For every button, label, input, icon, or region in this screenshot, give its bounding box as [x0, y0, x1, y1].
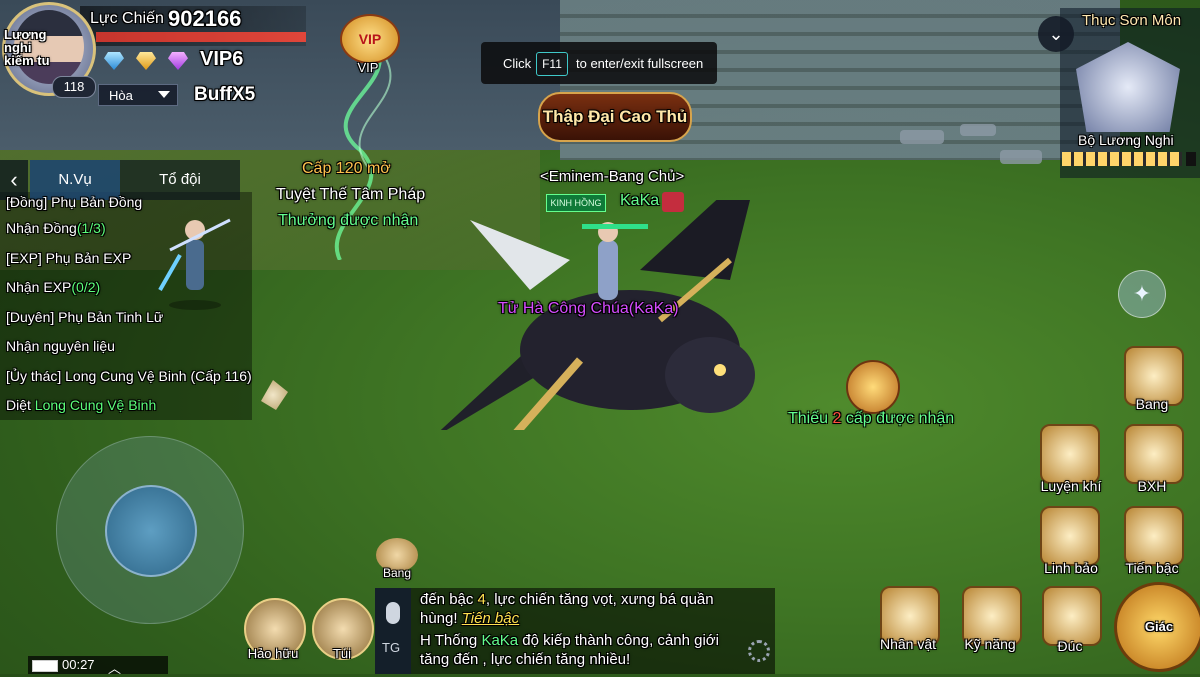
bag-label: Túi: [332, 646, 352, 661]
guild-chat-label: Bang: [382, 566, 412, 580]
sect-title: Thục Sơn Môn: [1082, 12, 1182, 29]
ranking-icon[interactable]: [1124, 424, 1184, 484]
vip-level[interactable]: VIP6: [200, 48, 243, 71]
fullscreen-tip-text: to enter/exit fullscreen: [576, 56, 704, 71]
battery-icon: [32, 660, 58, 672]
guild-title: <Eminem-Bang Chủ>: [540, 168, 685, 185]
unlock-reward[interactable]: Thưởng được nhận: [278, 212, 418, 230]
attack-button[interactable]: Giác: [1114, 582, 1200, 672]
f11-key-icon: F11: [536, 52, 568, 76]
forge-label: Đúc: [1057, 638, 1083, 654]
microphone-icon[interactable]: [386, 602, 400, 624]
avatar-name: Lương nghi kiếm tu: [4, 27, 50, 68]
quest-item[interactable]: Diệt Long Cung Vệ Binh: [6, 397, 156, 413]
chat-message[interactable]: hùng! Tiến bậc: [420, 610, 519, 627]
buff-label[interactable]: BuffX5: [194, 84, 255, 106]
refine-label: Luyện khí: [1040, 478, 1102, 494]
power-label: Lực Chiến: [90, 10, 164, 27]
fullscreen-tip-click: Click: [503, 56, 532, 71]
chevron-down-icon[interactable]: ⌄: [1038, 16, 1074, 52]
stepping-stone: [900, 130, 944, 144]
mount-name: Tử Hà Công Chúa(KaKa): [498, 300, 679, 317]
friends-label: Hảo hữu: [247, 646, 299, 661]
treasure-label: Linh bảo: [1044, 560, 1098, 576]
quest-item[interactable]: Nhận EXP(0/2): [6, 279, 100, 295]
skill-label: Kỹ năng: [964, 636, 1016, 652]
guild-emblem-icon: [662, 192, 684, 212]
character-name: KaKa: [620, 192, 660, 209]
wifi-icon: ︿: [108, 661, 122, 676]
chevron-down-icon[interactable]: [158, 91, 170, 98]
sect-progress-end: [1186, 152, 1196, 166]
ranking-label: BXH: [1137, 478, 1167, 494]
ally-character[interactable]: [150, 210, 240, 310]
stepping-stone: [1000, 150, 1042, 164]
chat-message: đến bậc 4, lực chiến tăng vọt, xưng bá q…: [420, 591, 714, 608]
quest-item[interactable]: Nhận Đồng(1/3): [6, 220, 106, 236]
reward-bag-icon[interactable]: [846, 360, 900, 414]
stepping-stone: [960, 124, 996, 136]
chat-message: tăng đến , lực chiến tăng nhiều!: [420, 651, 631, 668]
reward-text[interactable]: Thiếu 2 cấp được nhận: [788, 410, 954, 428]
quest-item[interactable]: [Đồng] Phụ Bản Đồng: [6, 194, 142, 210]
unlock-skill[interactable]: Tuyệt Thế Tâm Pháp: [276, 186, 425, 204]
event-banner[interactable]: Thập Đại Cao Thủ: [538, 92, 692, 142]
skill-toggle-icon[interactable]: ✦: [1118, 270, 1166, 318]
advance-label: Tiến bậc: [1125, 560, 1179, 576]
quest-item[interactable]: [EXP] Phụ Bản EXP: [6, 250, 131, 266]
character-hp-bar: [582, 224, 648, 229]
hp-bar: [96, 32, 306, 42]
guild-label: Bang: [1135, 396, 1169, 412]
treasure-icon[interactable]: [1040, 506, 1100, 566]
chat-channel[interactable]: TG: [382, 640, 400, 655]
chat-channel-tab[interactable]: [375, 588, 411, 674]
title-badge: KINH HỒNG: [546, 194, 606, 212]
quest-item[interactable]: Nhận nguyên liệu: [6, 338, 115, 354]
power-value: 902166: [168, 6, 242, 31]
character-label: Nhân vật: [879, 636, 937, 652]
vip-button[interactable]: VIP: [340, 14, 400, 64]
quest-item[interactable]: [Duyên] Phụ Bản Tinh Lữ: [6, 309, 163, 325]
refine-icon[interactable]: [1040, 424, 1100, 484]
level-badge: 118: [52, 76, 96, 98]
gear-icon[interactable]: [748, 640, 770, 662]
feather-icon[interactable]: [261, 380, 288, 410]
advance-icon[interactable]: [1124, 506, 1184, 566]
sect-name: Bộ Lương Nghi: [1078, 132, 1174, 148]
sect-progress: [1062, 152, 1182, 166]
vip-caption: VIP: [357, 60, 379, 75]
forge-icon[interactable]: [1042, 586, 1102, 646]
unlock-level[interactable]: Cấp 120 mở: [302, 160, 391, 178]
joystick-thumb[interactable]: [105, 485, 197, 577]
chat-message: H Thống KaKa độ kiếp thành công, cảnh gi…: [420, 632, 719, 649]
quest-item[interactable]: [Ủy thác] Long Cung Vệ Binh (Cấp 116): [6, 368, 252, 384]
